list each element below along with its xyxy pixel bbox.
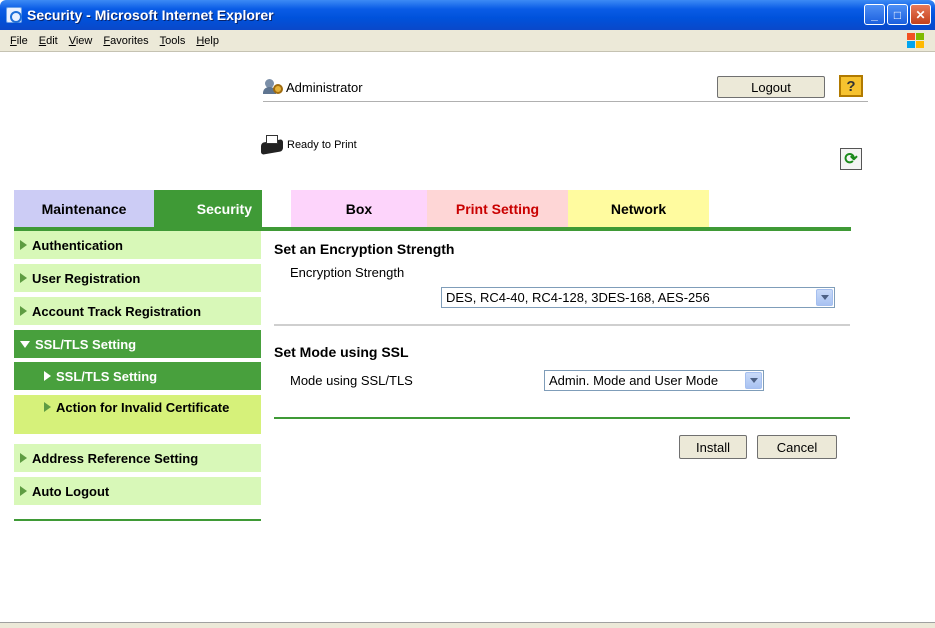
printer-status: Ready to Print <box>261 135 357 155</box>
menu-file[interactable]: File <box>10 35 28 47</box>
sidebar-item-label: SSL/TLS Setting <box>56 368 158 384</box>
maximize-button[interactable]: □ <box>887 4 908 25</box>
header-divider <box>263 101 868 102</box>
menu-view[interactable]: View <box>69 35 93 47</box>
cancel-button[interactable]: Cancel <box>757 435 837 459</box>
sidebar-item-label: Auto Logout <box>32 483 110 499</box>
chevron-right-icon <box>20 240 27 250</box>
sidebar-item-account-track[interactable]: Account Track Registration <box>14 297 261 327</box>
sidebar-item-label: Authentication <box>32 237 123 253</box>
tab-network[interactable]: Network <box>568 190 709 227</box>
tab-maintenance[interactable]: Maintenance <box>14 190 154 227</box>
chevron-right-icon <box>44 402 51 412</box>
sidebar-item-label: User Registration <box>32 270 141 286</box>
chevron-right-icon <box>20 306 27 316</box>
sidebar-subitem-invalid-certificate[interactable]: Action for Invalid Certificate <box>14 395 261 436</box>
printer-icon <box>261 135 283 155</box>
help-icon[interactable]: ? <box>839 75 863 97</box>
ie-icon <box>6 7 22 23</box>
sidebar-item-label: Address Reference Setting <box>32 450 199 466</box>
tab-box[interactable]: Box <box>291 190 427 227</box>
administrator-icon <box>263 78 283 96</box>
chevron-right-icon <box>44 371 51 381</box>
menu-favorites[interactable]: Favorites <box>103 35 148 47</box>
ssl-mode-section-title: Set Mode using SSL <box>274 344 409 360</box>
sidebar-item-ssl-tls[interactable]: SSL/TLS Setting <box>14 330 261 360</box>
encryption-strength-select[interactable]: DES, RC4-40, RC4-128, 3DES-168, AES-256 <box>441 287 835 308</box>
menu-tools[interactable]: Tools <box>160 35 186 47</box>
ssl-mode-select[interactable]: Admin. Mode and User Mode <box>544 370 764 391</box>
ssl-mode-value: Admin. Mode and User Mode <box>549 373 719 388</box>
ssl-mode-label: Mode using SSL/TLS <box>290 373 413 388</box>
tab-print-setting[interactable]: Print Setting <box>427 190 568 227</box>
status-text: Ready to Print <box>287 139 357 151</box>
encryption-strength-label: Encryption Strength <box>290 265 405 280</box>
menu-bar: File Edit View Favorites Tools Help <box>0 30 935 52</box>
chevron-right-icon <box>20 453 27 463</box>
chevron-down-icon[interactable] <box>745 372 762 389</box>
chevron-down-icon <box>20 340 30 348</box>
encryption-strength-value: DES, RC4-40, RC4-128, 3DES-168, AES-256 <box>446 290 710 305</box>
encryption-section-title: Set an Encryption Strength <box>274 241 455 257</box>
section-divider-green <box>274 417 850 419</box>
sidebar-item-label: Account Track Registration <box>32 303 202 319</box>
section-divider <box>274 324 850 326</box>
logout-button[interactable]: Logout <box>717 76 825 98</box>
sidebar-item-auto-logout[interactable]: Auto Logout <box>14 477 261 507</box>
chevron-right-icon <box>20 486 27 496</box>
window-titlebar: Security - Microsoft Internet Explorer _… <box>0 0 935 30</box>
menu-edit[interactable]: Edit <box>39 35 58 47</box>
user-name: Administrator <box>286 79 363 95</box>
menu-help[interactable]: Help <box>196 35 219 47</box>
refresh-icon[interactable]: ⟳ <box>840 148 862 170</box>
browser-status-bar <box>0 622 935 628</box>
sidebar-item-address-reference[interactable]: Address Reference Setting <box>14 444 261 474</box>
window-title: Security - Microsoft Internet Explorer <box>27 7 274 23</box>
minimize-button[interactable]: _ <box>864 4 885 25</box>
chevron-right-icon <box>20 273 27 283</box>
chevron-down-icon[interactable] <box>816 289 833 306</box>
sidebar-item-label: Action for Invalid Certificate <box>44 400 234 415</box>
sidebar-bottom-rule <box>14 519 261 521</box>
window-controls: _ □ ✕ <box>864 4 931 25</box>
tab-security[interactable]: Security <box>154 190 262 227</box>
sidebar-subitem-ssl-tls-setting[interactable]: SSL/TLS Setting <box>14 362 261 392</box>
windows-logo-icon <box>907 33 925 48</box>
sidebar-item-authentication[interactable]: Authentication <box>14 231 261 261</box>
sidebar-item-user-registration[interactable]: User Registration <box>14 264 261 294</box>
admin-indicator: Administrator <box>263 78 363 96</box>
install-button[interactable]: Install <box>679 435 747 459</box>
sidebar-item-label: SSL/TLS Setting <box>35 336 137 352</box>
close-button[interactable]: ✕ <box>910 4 931 25</box>
